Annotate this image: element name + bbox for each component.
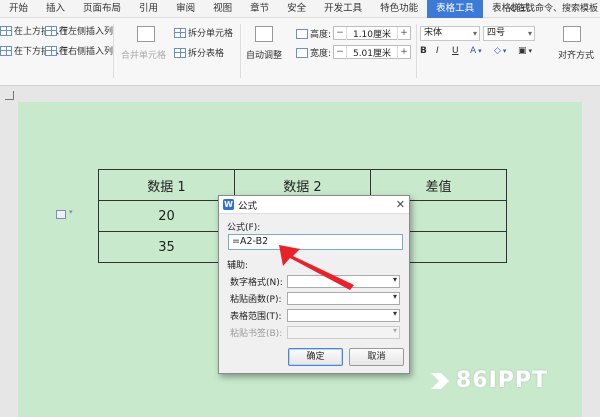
watermark-logo-icon: [431, 372, 449, 389]
watermark: 86IPPT: [428, 368, 548, 393]
annotation-arrow: [279, 245, 354, 290]
watermark-text: 86IPPT: [456, 368, 549, 393]
red-arrow-icon: [279, 245, 354, 290]
